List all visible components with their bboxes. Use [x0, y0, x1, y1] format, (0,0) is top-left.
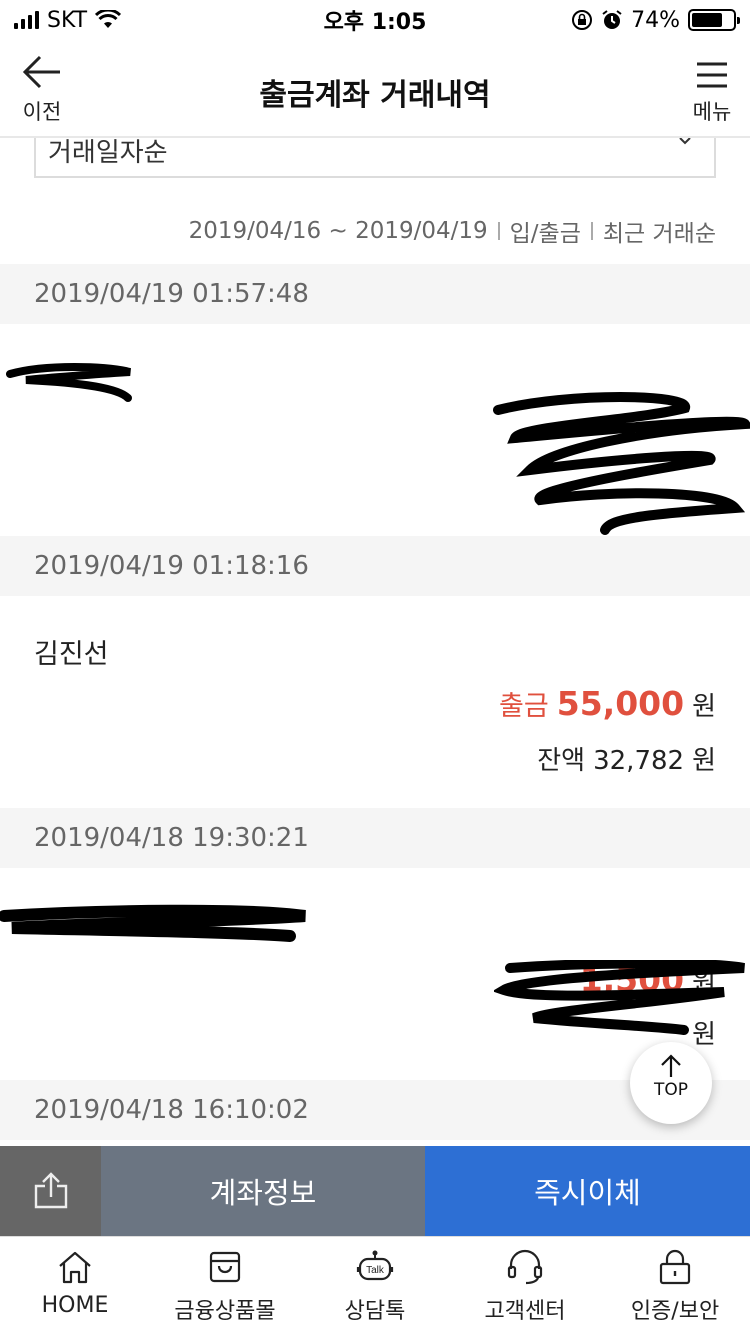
nav-auth-security[interactable]: 인증/보안	[600, 1237, 750, 1334]
nav-chat-consult[interactable]: Talk 상담톡	[300, 1237, 450, 1334]
summary-period: 2019/04/16 ~ 2019/04/19	[188, 218, 488, 244]
status-bar: SKT 오후 1:05 74%	[0, 0, 750, 40]
nav-customer-center[interactable]: 고객센터	[450, 1237, 600, 1334]
amount-row: 출금 55,000 원	[499, 684, 716, 723]
lock-icon	[659, 1249, 691, 1285]
scroll-top-label: TOP	[653, 1080, 689, 1100]
summary-type: 입/출금	[509, 221, 581, 247]
home-icon	[59, 1251, 91, 1284]
transaction-date: 2019/04/18 19:30:21	[0, 808, 750, 868]
account-info-button[interactable]: 계좌정보	[101, 1146, 425, 1236]
divider	[497, 222, 500, 240]
battery-fill	[692, 13, 722, 27]
summary-order: 최근 거래순	[602, 221, 716, 247]
svg-text:Talk: Talk	[366, 1265, 385, 1276]
hamburger-menu-icon	[697, 62, 727, 88]
transaction-type: 출금	[499, 691, 549, 722]
rotation-lock-icon	[572, 10, 593, 30]
currency-unit: 원	[692, 692, 716, 722]
alarm-icon	[602, 10, 622, 29]
transaction-date: 2019/04/19 01:18:16	[0, 536, 750, 596]
bottom-navigation: HOME 금융상품몰 Talk 상담톡 고객센터 인증/보안	[0, 1236, 750, 1334]
balance-label: 잔액	[537, 746, 586, 776]
app-header: 이전 출금계좌 거래내역 메뉴	[0, 40, 750, 138]
share-icon	[34, 1172, 67, 1209]
nav-financial-products[interactable]: 금융상품몰	[150, 1237, 300, 1334]
battery-icon	[688, 9, 740, 31]
currency-unit: 원	[692, 746, 716, 776]
menu-button[interactable]: 메뉴	[690, 62, 734, 126]
menu-label: 메뉴	[692, 100, 732, 124]
share-button[interactable]	[0, 1146, 101, 1236]
counterparty-name: 김진선	[34, 639, 109, 670]
redaction-scribble	[0, 904, 306, 942]
page-title: 출금계좌 거래내역	[259, 78, 491, 113]
wifi-icon	[95, 10, 122, 28]
nav-label: 상담톡	[344, 1299, 406, 1324]
transaction-item[interactable]	[0, 324, 750, 535]
action-bar: 계좌정보 즉시이체	[0, 1146, 750, 1236]
redaction-scribble	[493, 392, 750, 535]
instant-transfer-button[interactable]: 즉시이체	[425, 1146, 750, 1236]
battery-percent: 74%	[631, 7, 680, 33]
arrow-up-icon	[661, 1054, 681, 1077]
nav-label: 금융상품몰	[174, 1299, 276, 1324]
headset-icon	[507, 1249, 543, 1285]
divider	[590, 222, 593, 240]
transaction-item[interactable]: 1,500 원 원	[0, 868, 750, 1079]
balance-row: 잔액 32,782 원	[537, 740, 716, 777]
redaction-scribble	[494, 960, 745, 1035]
signal-icon	[14, 11, 39, 29]
nav-home[interactable]: HOME	[0, 1237, 150, 1334]
scroll-top-button[interactable]: TOP	[630, 1042, 712, 1124]
transaction-amount: 55,000	[556, 684, 685, 723]
status-right: 74%	[571, 7, 740, 33]
nav-label: HOME	[41, 1293, 109, 1318]
nav-label: 인증/보안	[630, 1299, 720, 1324]
balance-amount: 32,782	[593, 746, 685, 776]
search-summary: 2019/04/16 ~ 2019/04/19 입/출금 최근 거래순	[189, 214, 716, 248]
talk-bot-icon: Talk	[356, 1250, 394, 1281]
shopping-bag-icon	[209, 1251, 241, 1283]
redaction-scribble	[6, 363, 132, 402]
transaction-item[interactable]: 김진선 출금 55,000 원 잔액 32,782 원	[0, 596, 750, 807]
status-left: SKT	[14, 7, 122, 33]
transaction-date: 2019/04/19 01:57:48	[0, 264, 750, 324]
nav-label: 고객센터	[484, 1299, 566, 1324]
carrier-label: SKT	[47, 7, 88, 33]
